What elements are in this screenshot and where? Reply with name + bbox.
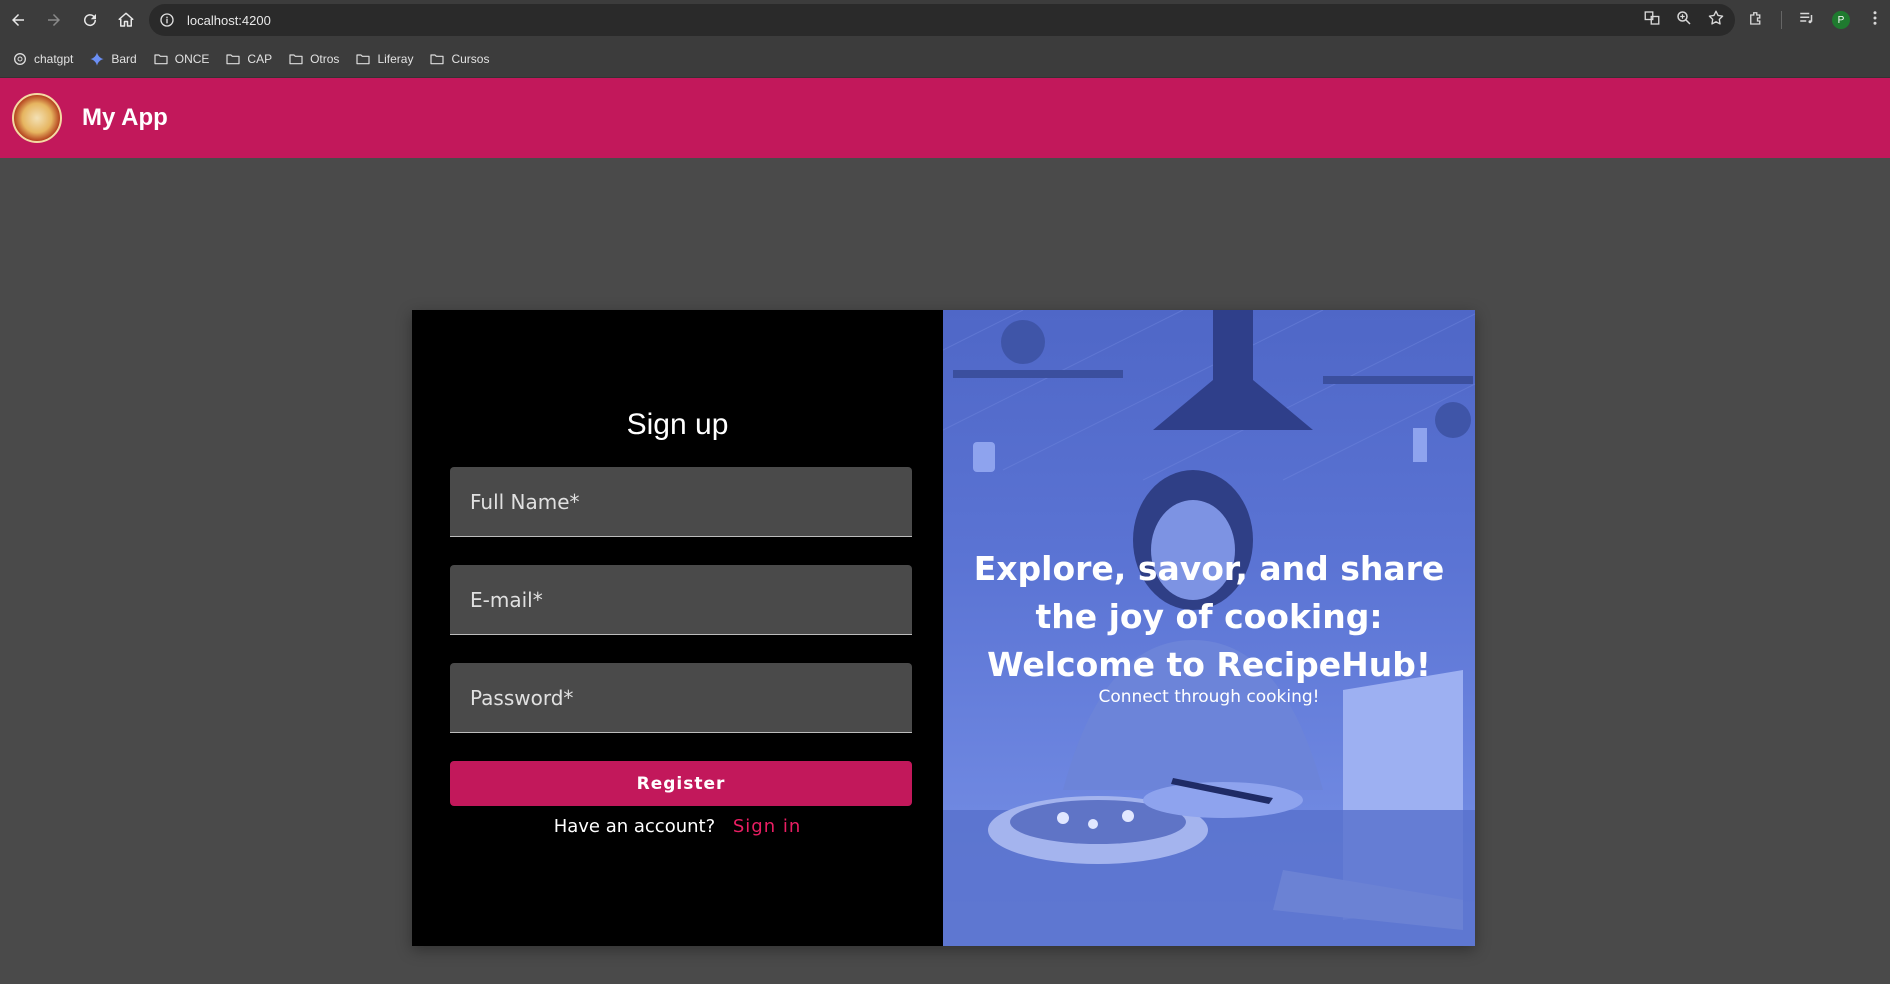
have-account-text: Have an account?: [553, 816, 716, 837]
signup-form: Sign up Register Have an account? Sign i…: [412, 310, 943, 946]
have-account-row: Have an account? Sign in: [412, 816, 943, 837]
form-title: Sign up: [626, 408, 729, 441]
folder-icon: [356, 53, 371, 64]
reload-icon: [84, 14, 97, 27]
folder-icon: [430, 53, 445, 64]
bookmark-chatgpt[interactable]: chatgpt: [4, 46, 81, 72]
toolbar-divider: [1781, 11, 1782, 29]
profile-avatar[interactable]: P: [1832, 11, 1850, 29]
bookmark-bard[interactable]: Bard: [81, 46, 144, 72]
email-input[interactable]: [450, 565, 912, 634]
forward-button[interactable]: [36, 0, 72, 40]
zoom-icon[interactable]: [1675, 9, 1693, 31]
arrow-left-icon: [12, 14, 24, 26]
bookmark-label: Otros: [310, 51, 340, 66]
back-button[interactable]: [0, 0, 36, 40]
folder-icon: [226, 53, 241, 64]
bookmark-folder-cursos[interactable]: Cursos: [421, 46, 497, 72]
email-field[interactable]: [450, 565, 912, 635]
bookmark-folder-once[interactable]: ONCE: [145, 46, 218, 72]
media-controls-icon[interactable]: [1798, 9, 1816, 31]
full-name-input[interactable]: [450, 467, 912, 536]
translate-icon[interactable]: [1643, 9, 1661, 31]
more-menu-icon[interactable]: [1866, 9, 1884, 31]
sign-in-link[interactable]: Sign in: [733, 816, 801, 837]
bookmark-label: chatgpt: [34, 51, 74, 66]
bookmark-folder-cap[interactable]: CAP: [217, 46, 280, 72]
app-logo: [12, 93, 62, 143]
hero-headline: Explore, savor, and share the joy of coo…: [973, 549, 1445, 684]
bookmark-star-icon[interactable]: [1707, 9, 1725, 31]
extensions-icon[interactable]: [1747, 9, 1765, 31]
chatgpt-icon: [14, 52, 26, 65]
app-title: My App: [82, 104, 168, 131]
folder-icon: [289, 53, 303, 64]
reload-button[interactable]: [72, 0, 108, 40]
full-name-field[interactable]: [450, 467, 912, 537]
home-icon: [118, 12, 134, 27]
bookmarks-bar: chatgpt Bard ONCE CAP Otros Liferay Curs…: [0, 40, 1890, 78]
bookmark-folder-liferay[interactable]: Liferay: [347, 46, 421, 72]
bookmark-folder-otros[interactable]: Otros: [280, 46, 347, 72]
app-toolbar: My App: [0, 78, 1890, 158]
bookmark-label: ONCE: [174, 51, 210, 66]
password-field[interactable]: [450, 663, 912, 733]
address-bar[interactable]: localhost:4200: [149, 4, 1735, 36]
folder-icon: [154, 53, 168, 64]
browser-toolbar: localhost:4200 P: [0, 0, 1890, 40]
site-info-icon[interactable]: [157, 10, 177, 30]
arrow-right-icon: [48, 14, 60, 26]
password-input[interactable]: [450, 663, 912, 732]
bard-sparkle-icon: [90, 51, 105, 66]
hero-subtitle: Connect through cooking!: [1098, 687, 1320, 707]
hero-panel: Explore, savor, and share the joy of coo…: [943, 310, 1475, 946]
register-button[interactable]: Register: [450, 761, 912, 806]
url-text: localhost:4200: [187, 12, 271, 28]
bookmark-label: CAP: [247, 51, 273, 66]
bookmark-label: Liferay: [377, 51, 414, 66]
signup-card: Sign up Register Have an account? Sign i…: [412, 310, 1475, 946]
bookmark-label: Cursos: [451, 51, 490, 66]
home-button[interactable]: [108, 0, 144, 40]
bookmark-label: Bard: [111, 51, 137, 66]
